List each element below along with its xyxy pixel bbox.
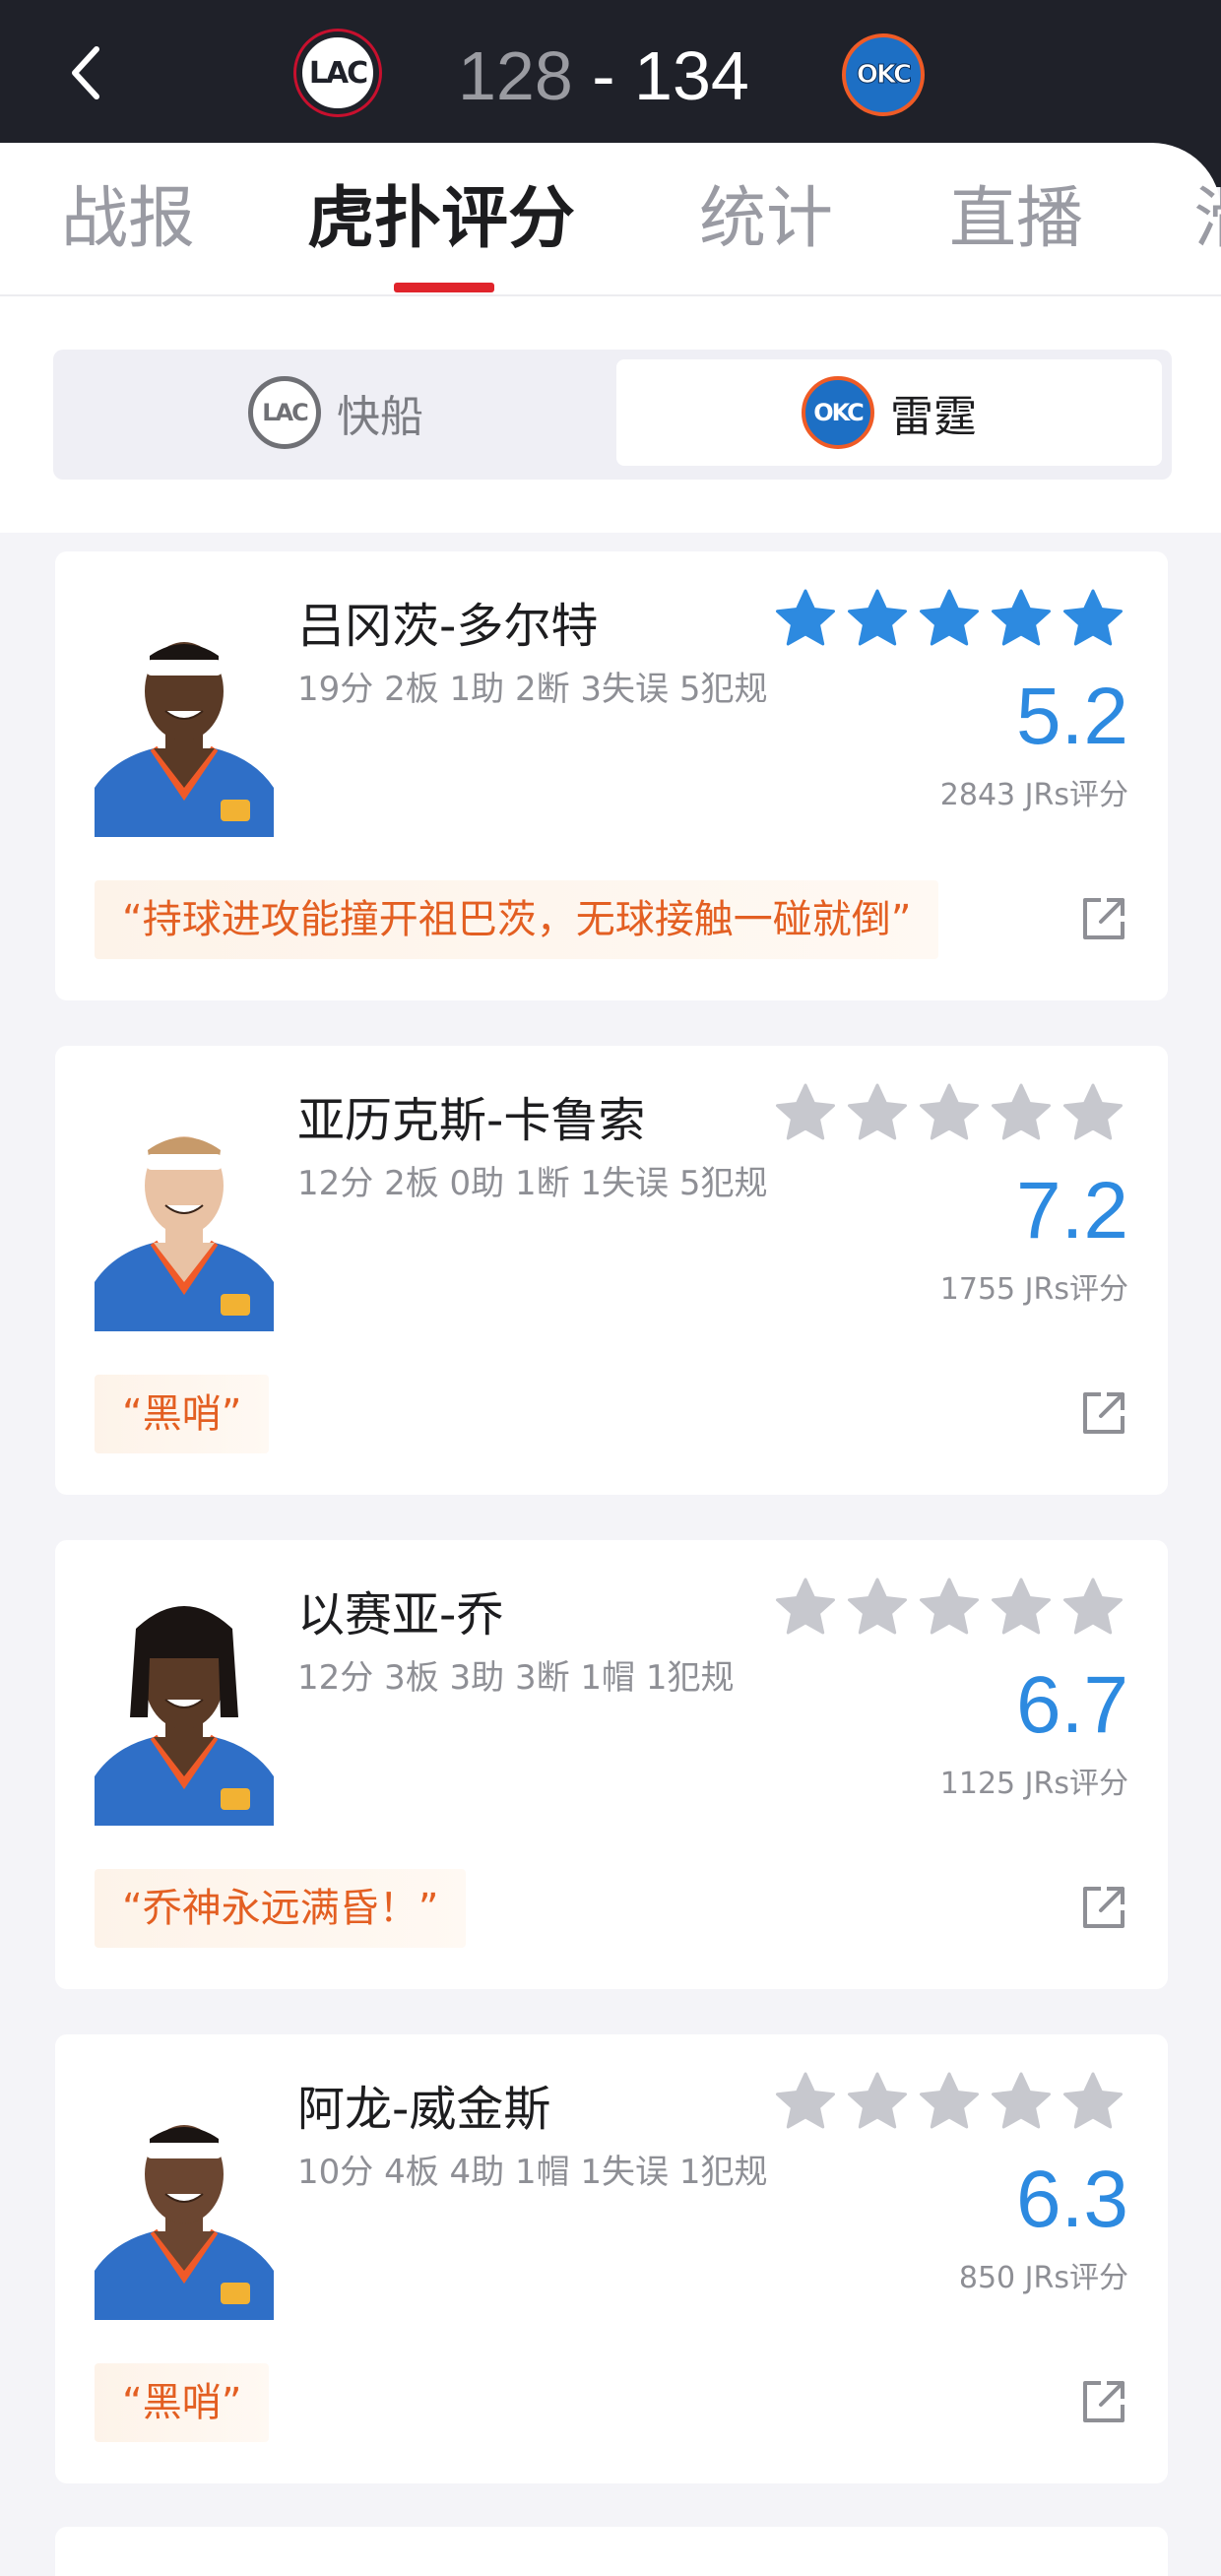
team-selector-section: LAC 快船 OKC 雷霆: [0, 296, 1221, 533]
player-rating-score: 7.2: [1016, 1166, 1128, 1256]
tab-live[interactable]: 直播: [949, 180, 1083, 259]
thunder-logo-icon: OKC: [802, 376, 874, 449]
player-rating-score: 5.2: [1016, 672, 1128, 761]
rating-star-icon[interactable]: [918, 587, 981, 650]
away-score: 134: [634, 37, 749, 114]
share-external-icon[interactable]: [1079, 894, 1128, 943]
player-stat-line: 12分 2板 0助 1断 1失误 5犯规: [297, 1164, 768, 1203]
rating-star-icon[interactable]: [774, 2070, 837, 2133]
star-rating-input[interactable]: [774, 1576, 1125, 1641]
back-arrow-icon[interactable]: [65, 43, 108, 102]
scoreboard: 128 - 134: [458, 32, 749, 120]
player-stat-line: 12分 3板 3助 3断 1帽 1犯规: [297, 1658, 735, 1698]
rating-star-icon[interactable]: [918, 2070, 981, 2133]
player-avatar[interactable]: [95, 1095, 274, 1331]
tab-more[interactable]: 滑: [1193, 180, 1221, 259]
team-toggle: LAC 快船 OKC 雷霆: [53, 350, 1172, 480]
star-rating-input[interactable]: [774, 1081, 1125, 1146]
rating-star-icon[interactable]: [846, 1576, 909, 1639]
player-card-partial[interactable]: [55, 2527, 1168, 2576]
player-card[interactable]: 阿龙-威金斯 10分 4板 4助 1帽 1失误 1犯规 6.3 850 JRs评…: [55, 2034, 1168, 2483]
player-stat-line: 10分 4板 4助 1帽 1失误 1犯规: [297, 2153, 768, 2192]
top-comment-quote[interactable]: “持球进攻能撞开祖巴茨，无球接触一碰就倒”: [95, 880, 939, 959]
player-rating-score: 6.7: [1016, 1660, 1128, 1750]
player-name[interactable]: 以赛亚-乔: [297, 1576, 503, 1644]
rating-star-icon[interactable]: [1061, 2070, 1125, 2133]
rating-star-icon[interactable]: [1061, 1576, 1125, 1639]
team-option-label: 快船: [337, 392, 423, 442]
rating-star-icon[interactable]: [774, 1576, 837, 1639]
player-rating-score: 6.3: [1016, 2155, 1128, 2244]
team-option-clippers[interactable]: LAC 快船: [63, 359, 609, 466]
share-external-icon[interactable]: [1079, 1388, 1128, 1438]
player-name[interactable]: 阿龙-威金斯: [297, 2070, 550, 2139]
top-comment-quote[interactable]: “乔神永远满昏！”: [95, 1869, 467, 1948]
player-stat-line: 19分 2板 1助 2断 3失误 5犯规: [297, 670, 768, 709]
share-external-icon[interactable]: [1079, 2377, 1128, 2426]
player-avatar[interactable]: [95, 601, 274, 837]
star-rating-input[interactable]: [774, 587, 1125, 652]
player-card[interactable]: 亚历克斯-卡鲁索 12分 2板 0助 1断 1失误 5犯规 7.2 1755 J…: [55, 1046, 1168, 1495]
player-card[interactable]: 吕冈茨-多尔特 19分 2板 1助 2断 3失误 5犯规 5.2 2843 JR…: [55, 551, 1168, 1000]
rating-star-icon[interactable]: [1061, 587, 1125, 650]
rating-star-icon[interactable]: [990, 2070, 1053, 2133]
rating-star-icon[interactable]: [1061, 1081, 1125, 1144]
rating-star-icon[interactable]: [990, 587, 1053, 650]
home-team-logo[interactable]: LAC: [296, 32, 379, 114]
team-option-label: 雷霆: [890, 392, 977, 442]
player-avatar[interactable]: [95, 2084, 274, 2320]
rating-star-icon[interactable]: [990, 1081, 1053, 1144]
rating-vote-count: 850 JRs评分: [958, 2261, 1128, 2295]
rating-star-icon[interactable]: [774, 587, 837, 650]
rating-star-icon[interactable]: [846, 2070, 909, 2133]
tab-report[interactable]: 战报: [61, 180, 195, 259]
player-name[interactable]: 吕冈茨-多尔特: [297, 587, 598, 656]
player-name[interactable]: 亚历克斯-卡鲁索: [297, 1081, 645, 1150]
rating-vote-count: 2843 JRs评分: [939, 778, 1128, 812]
star-rating-input[interactable]: [774, 2070, 1125, 2135]
clippers-logo-icon: LAC: [248, 376, 321, 449]
player-avatar[interactable]: [95, 1589, 274, 1826]
top-comment-quote[interactable]: “黑哨”: [95, 2363, 270, 2442]
rating-star-icon[interactable]: [918, 1081, 981, 1144]
rating-star-icon[interactable]: [990, 1576, 1053, 1639]
rating-star-icon[interactable]: [918, 1576, 981, 1639]
active-tab-indicator: [394, 283, 494, 292]
tab-stats[interactable]: 统计: [699, 180, 833, 259]
rating-vote-count: 1125 JRs评分: [939, 1767, 1128, 1801]
home-score: 128: [458, 37, 573, 114]
rating-star-icon[interactable]: [846, 587, 909, 650]
share-external-icon[interactable]: [1079, 1883, 1128, 1932]
top-comment-quote[interactable]: “黑哨”: [95, 1375, 270, 1453]
away-team-logo[interactable]: OKC: [842, 33, 925, 116]
rating-vote-count: 1755 JRs评分: [939, 1272, 1128, 1307]
rating-star-icon[interactable]: [774, 1081, 837, 1144]
team-option-thunder[interactable]: OKC 雷霆: [616, 359, 1162, 466]
score-separator: -: [592, 37, 615, 114]
player-card[interactable]: 以赛亚-乔 12分 3板 3助 3断 1帽 1犯规 6.7 1125 JRs评分…: [55, 1540, 1168, 1989]
rating-star-icon[interactable]: [846, 1081, 909, 1144]
tab-bar: 战报 虎扑评分 统计 直播 滑: [0, 143, 1221, 296]
tab-hupu-rating[interactable]: 虎扑评分: [307, 180, 575, 259]
